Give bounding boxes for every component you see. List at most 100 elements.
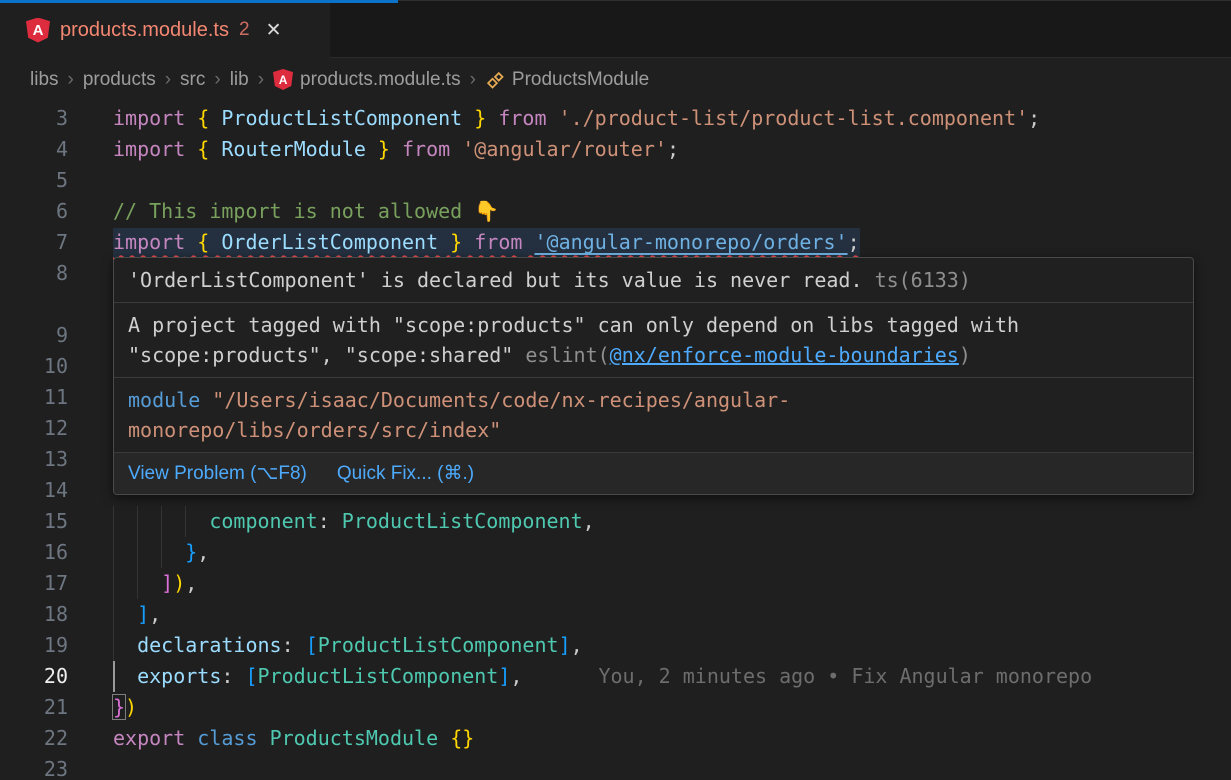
code-token: declarations <box>137 633 282 657</box>
code-token: ) <box>125 695 137 719</box>
indent-guide <box>113 506 114 661</box>
code-line-content: import { ProductListComponent } from './… <box>113 103 1231 134</box>
code-token: import <box>113 106 185 130</box>
code-line[interactable]: 6// This import is not allowed 👇 <box>0 196 1231 227</box>
code-token: exports <box>137 664 221 688</box>
code-token: from <box>390 137 450 161</box>
code-token: { <box>197 106 209 130</box>
code-line-content: import { OrderListComponent } from '@ang… <box>113 227 1231 258</box>
view-problem-link[interactable]: View Problem (⌥F8) <box>128 459 307 488</box>
hover-popup: 'OrderListComponent' is declared but its… <box>113 257 1194 495</box>
line-number[interactable]: 4 <box>0 134 68 165</box>
diagnostic-eslint-message: A project tagged with "scope:products" c… <box>114 303 1193 378</box>
line-number[interactable]: 18 <box>0 599 68 630</box>
code-line-content: export class ProductsModule {} <box>113 723 1231 754</box>
code-line[interactable]: 7 import { OrderListComponent } from '@an… <box>0 227 1231 258</box>
eslint-rule-link[interactable]: @nx/enforce-module-boundaries <box>610 343 959 367</box>
code-token: , <box>197 540 209 564</box>
code-token <box>113 602 137 626</box>
code-token: ; <box>848 230 860 254</box>
code-token: OrderListComponent <box>209 230 450 254</box>
line-number[interactable]: 23 <box>0 754 68 780</box>
code-token <box>113 633 137 657</box>
code-token: from <box>462 230 522 254</box>
code-line[interactable]: 19 declarations: [ProductListComponent], <box>0 630 1231 661</box>
code-token: : <box>221 664 245 688</box>
code-line[interactable]: 17 ]), <box>0 568 1231 599</box>
code-token <box>450 137 462 161</box>
code-token: , <box>185 571 197 595</box>
code-token: ] <box>161 571 173 595</box>
line-number[interactable]: 19 <box>0 630 68 661</box>
code-token: ] <box>498 664 510 688</box>
code-line-content: }) <box>113 692 1231 723</box>
code-token: ) <box>173 571 185 595</box>
close-icon[interactable]: ✕ <box>266 19 282 42</box>
code-line[interactable]: 23 <box>0 754 1231 780</box>
code-token: } <box>450 230 462 254</box>
code-token: ; <box>667 137 679 161</box>
code-token: ProductListComponent <box>318 633 559 657</box>
indent-guide <box>185 506 186 537</box>
breadcrumb-item-lib[interactable]: lib <box>230 69 249 91</box>
diagnostic-ts-message: 'OrderListComponent' is declared but its… <box>114 258 1193 303</box>
code-token: '@angular/router' <box>462 137 667 161</box>
code-token: { <box>197 230 209 254</box>
code-line[interactable]: 4import { RouterModule } from '@angular/… <box>0 134 1231 165</box>
line-number[interactable]: 16 <box>0 537 68 568</box>
code-line[interactable]: 22 export class ProductsModule {} <box>0 723 1231 754</box>
code-line-content: }, <box>113 537 1231 568</box>
chevron-right-icon: › <box>470 69 476 91</box>
line-number[interactable]: 15 <box>0 506 68 537</box>
code-token: , <box>510 664 522 688</box>
line-number[interactable]: 10 <box>0 351 68 382</box>
line-number[interactable]: 7 <box>0 227 68 258</box>
breadcrumb: libs › products › src › lib › A products… <box>0 59 1231 100</box>
code-line[interactable]: 21}) <box>0 692 1231 723</box>
code-token: ProductListComponent <box>258 664 499 688</box>
breadcrumb-item-src[interactable]: src <box>180 69 205 91</box>
line-number[interactable]: 5 <box>0 165 68 196</box>
code-token: ] <box>559 633 571 657</box>
line-number[interactable]: 9 <box>0 320 68 351</box>
code-token: : <box>318 509 342 533</box>
breadcrumb-item-libs[interactable]: libs <box>30 69 59 91</box>
breadcrumb-item-products[interactable]: products <box>83 69 156 91</box>
code-line[interactable]: 16 }, <box>0 537 1231 568</box>
code-token: '@angular-monorepo/orders' <box>534 230 847 254</box>
code-token: , <box>149 602 161 626</box>
indent-guide <box>137 506 138 599</box>
line-number[interactable]: 8 <box>0 258 68 320</box>
line-number[interactable]: 6 <box>0 196 68 227</box>
code-token: , <box>571 633 583 657</box>
code-line[interactable]: 18 ], <box>0 599 1231 630</box>
line-number[interactable]: 17 <box>0 568 68 599</box>
code-token <box>185 106 197 130</box>
tab-bar: A products.module.ts 2 ✕ <box>0 0 1231 58</box>
code-token <box>438 726 450 750</box>
breadcrumb-item-file[interactable]: A products.module.ts <box>273 69 461 91</box>
line-number[interactable]: 13 <box>0 444 68 475</box>
code-token: ProductListComponent <box>209 106 474 130</box>
code-token <box>185 230 197 254</box>
line-number[interactable]: 20 <box>0 661 68 692</box>
line-number[interactable]: 22 <box>0 723 68 754</box>
breadcrumb-item-symbol[interactable]: ProductsModule <box>485 69 649 91</box>
code-token: 👇 <box>474 199 499 223</box>
line-number[interactable]: 3 <box>0 103 68 134</box>
line-number[interactable]: 11 <box>0 382 68 413</box>
code-line[interactable]: 3 import { ProductListComponent } from '.… <box>0 103 1231 134</box>
code-line[interactable]: 5 <box>0 165 1231 196</box>
code-token: from <box>486 106 546 130</box>
quick-fix-link[interactable]: Quick Fix... (⌘.) <box>337 459 474 488</box>
line-number[interactable]: 12 <box>0 413 68 444</box>
tab-products-module[interactable]: A products.module.ts 2 ✕ <box>0 1 330 59</box>
code-line-content: exports: [ProductListComponent],You, 2 m… <box>113 661 1231 692</box>
code-token: } <box>378 137 390 161</box>
code-line[interactable]: 20 exports: [ProductListComponent],You, … <box>0 661 1231 692</box>
code-line-content: ], <box>113 599 1231 630</box>
line-number[interactable]: 14 <box>0 475 68 506</box>
tab-dirty-count-badge: 2 <box>239 19 250 41</box>
angular-icon: A <box>273 69 293 90</box>
line-number[interactable]: 21 <box>0 692 68 723</box>
